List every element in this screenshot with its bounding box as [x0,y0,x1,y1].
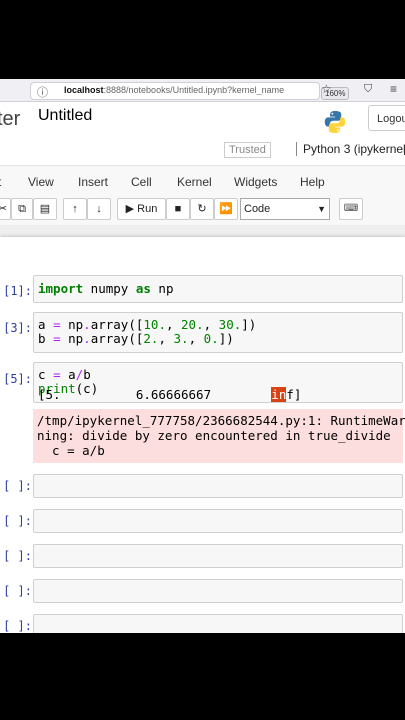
menu-cell[interactable]: Cell [131,175,152,189]
cell-output-stdout: [5. 6.66666667 inf] [38,387,301,402]
chevron-down-icon: ▼ [317,204,326,214]
move-down-button[interactable]: ↓ [87,198,111,220]
code-line: b = np.array([2., 3., 0.]) [38,331,234,346]
move-down-icon: ↓ [96,203,102,215]
empty-code-cell[interactable] [33,614,403,633]
cell-type-value: Code [244,203,271,215]
menu-widgets[interactable]: Widgets [234,175,277,189]
fast-forward-icon: ⏩ [219,203,233,215]
cell-prompt: [5]: [3,372,32,386]
cell-prompt: [ ]: [3,514,32,528]
restart-run-all-button[interactable]: ⏩ [214,198,238,220]
menu-kernel[interactable]: Kernel [177,175,212,189]
move-up-icon: ↑ [72,203,78,215]
star-icon[interactable]: ☆ [321,82,332,96]
cell-prompt: [ ]: [3,619,32,633]
kernel-indicator: Python 3 (ipykernel) [296,142,405,156]
cell-output-stderr: /tmp/ipykernel_777758/2366682544.py:1: R… [33,409,405,463]
cell-prompt: [ ]: [3,549,32,563]
cut-icon: ✂ [0,203,8,215]
command-palette-button[interactable]: ⌨ [339,198,363,220]
stderr-line: c = a/b [37,443,105,458]
stderr-line: /tmp/ipykernel_777758/2366682544.py:1: R… [37,413,405,428]
search-highlight: in [271,387,287,402]
trusted-badge[interactable]: Trusted [224,142,271,158]
url-path: :8888/notebooks/Untitled.ipynb?kernel_na… [103,85,284,95]
menu-edit[interactable]: t [0,175,1,189]
code-cell-input[interactable]: a = np.array([10., 20., 30.]) b = np.arr… [33,312,403,353]
code-line: import numpy as np [38,281,174,296]
cell-prompt: [1]: [3,284,32,298]
empty-code-cell[interactable] [33,509,403,533]
keyboard-icon: ⌨ [343,203,359,214]
output-values: [5. 6.66666667 [38,387,272,402]
logout-button[interactable]: Logou [368,105,405,131]
run-button[interactable]: ▶ Run [117,198,166,220]
url-text[interactable]: localhost:8888/notebooks/Untitled.ipynb?… [64,85,284,95]
menu-help[interactable]: Help [300,175,325,189]
jupyter-logo-text[interactable]: ter [0,108,20,131]
cell-prompt: [ ]: [3,584,32,598]
menu-insert[interactable]: Insert [78,175,108,189]
run-icon: ▶ [125,203,135,215]
move-up-button[interactable]: ↑ [63,198,87,220]
copy-button[interactable]: ⧉ [11,198,33,220]
info-icon[interactable]: ⓘ [37,84,48,100]
url-host: localhost [64,85,104,95]
notebook-toolbar: ✂ ⧉ ▤ ↑ ↓ ▶ Run ■ ↻ ⏩ Code ▼ ⌨ [0,195,405,225]
cell-prompt: [3]: [3,321,32,335]
stderr-line: ning: divide by zero encountered in true… [37,428,391,443]
browser-toolbar: ⓘ localhost:8888/notebooks/Untitled.ipyn… [0,79,405,102]
output-values-end: f] [286,387,302,402]
hamburger-icon[interactable]: ≡ [390,82,397,96]
browser-window: ⓘ localhost:8888/notebooks/Untitled.ipyn… [0,79,405,633]
restart-icon: ↻ [197,203,207,215]
python-logo-icon [324,111,346,133]
address-bar[interactable]: ⓘ localhost:8888/notebooks/Untitled.ipyn… [30,82,350,100]
copy-icon: ⧉ [18,203,26,215]
run-label: Run [137,203,158,215]
cut-button[interactable]: ✂ [0,198,11,220]
menubar: t View Insert Cell Kernel Widgets Help [0,165,405,197]
empty-code-cell[interactable] [33,544,403,568]
empty-code-cell[interactable] [33,474,403,498]
empty-code-cell[interactable] [33,579,403,603]
stop-button[interactable]: ■ [166,198,190,220]
stop-icon: ■ [174,203,182,215]
paste-icon: ▤ [39,203,51,215]
cell-prompt: [ ]: [3,479,32,493]
notebook-title[interactable]: Untitled [38,107,92,125]
cell-type-select[interactable]: Code ▼ [240,198,330,220]
menu-view[interactable]: View [28,175,54,189]
stderr-text: /tmp/ipykernel_777758/2366682544.py:1: R… [37,413,405,458]
restart-button[interactable]: ↻ [190,198,214,220]
pocket-icon[interactable]: ⛉ [364,83,372,96]
paste-button[interactable]: ▤ [33,198,57,220]
code-cell-input[interactable]: import numpy as np [33,275,403,303]
